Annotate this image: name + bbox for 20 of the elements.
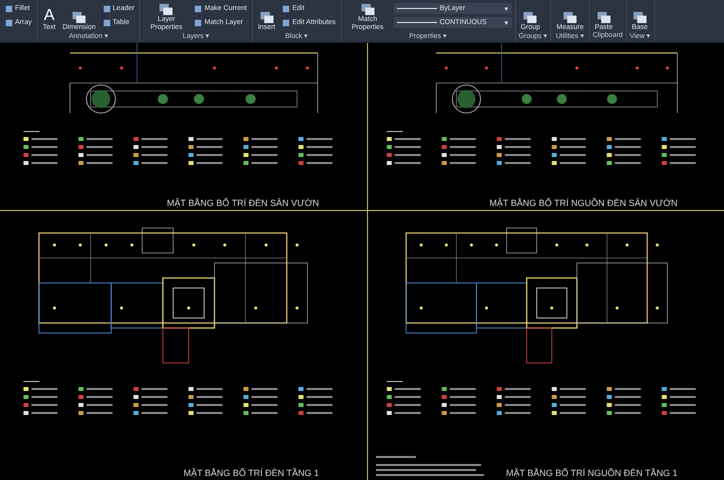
sheet-title: MẶT BẰNG BỐ TRÍ NGUỒN ĐÈN SÂN VƯỜN	[489, 198, 678, 208]
sheet-title: MẶT BẰNG BỐ TRÍ NGUỒN ĐÈN TẦNG 1	[506, 468, 678, 478]
stacked-squares-icon	[360, 3, 376, 16]
square-icon	[282, 4, 290, 12]
stacked-squares-icon	[71, 11, 88, 24]
square-icon	[5, 18, 13, 26]
sheet-title: MẶT BẰNG BỐ TRÍ ĐÈN TẦNG 1	[183, 468, 319, 478]
square-icon	[194, 4, 202, 12]
stacked-squares-icon	[258, 11, 275, 24]
stacked-squares-icon	[632, 11, 648, 24]
square-icon	[194, 18, 202, 26]
square-icon	[102, 18, 111, 26]
stacked-squares-icon	[522, 11, 538, 24]
square-icon	[102, 4, 111, 12]
square-icon	[282, 18, 290, 26]
square-icon	[5, 4, 13, 12]
stacked-squares-icon	[596, 11, 612, 24]
stacked-squares-icon	[158, 3, 174, 16]
sheet-title: MẶT BẰNG BỐ TRÍ ĐÈN SÂN VƯỜN	[166, 198, 319, 208]
stacked-squares-icon	[562, 11, 578, 24]
